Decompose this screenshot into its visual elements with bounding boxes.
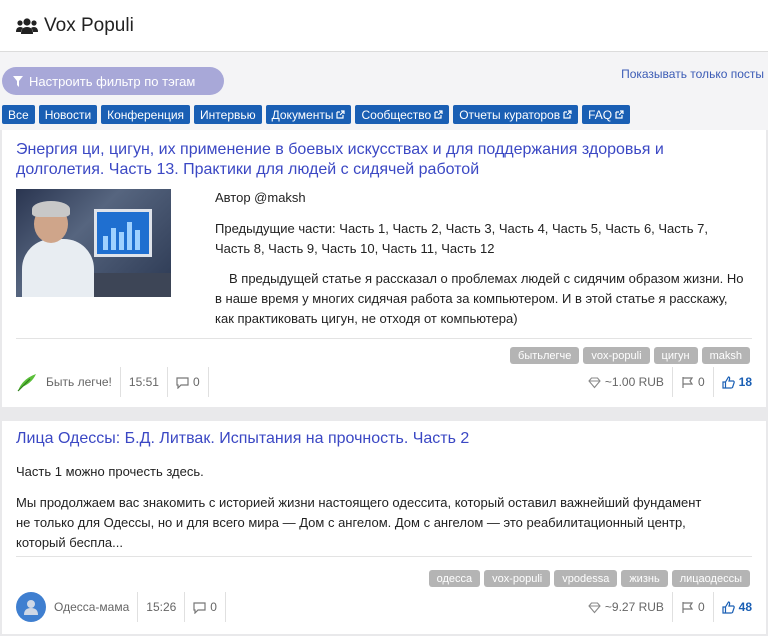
divider xyxy=(16,556,752,557)
payout-value: ~9.27 RUB xyxy=(604,600,664,614)
tab-news[interactable]: Новости xyxy=(38,105,98,124)
tag[interactable]: цигун xyxy=(653,347,698,364)
tab-interview[interactable]: Интервью xyxy=(194,105,262,124)
tag[interactable]: одесса xyxy=(428,570,481,587)
tag[interactable]: maksh xyxy=(701,347,750,364)
filter-icon xyxy=(13,75,23,87)
upvote-button[interactable]: 48 xyxy=(714,592,752,622)
tab-documents[interactable]: Документы xyxy=(265,105,352,124)
comments-count[interactable]: 0 xyxy=(168,367,209,397)
tab-community[interactable]: Сообщество xyxy=(355,105,450,124)
thumbs-up-icon xyxy=(722,600,735,614)
users-icon xyxy=(16,17,38,34)
post-community[interactable]: Быть легче! xyxy=(16,367,121,397)
payout-value: ~1.00 RUB xyxy=(604,375,664,389)
upvote-button[interactable]: 18 xyxy=(714,367,752,397)
post-thumbnail[interactable] xyxy=(16,189,171,297)
tab-curator-reports[interactable]: Отчеты кураторов xyxy=(453,105,579,124)
flags[interactable]: 0 xyxy=(673,367,714,397)
tag-filter-button[interactable]: Настроить фильтр по тэгам xyxy=(2,67,224,95)
posts-only-link[interactable]: Показывать только посты xyxy=(621,67,764,81)
filter-bar: Настроить фильтр по тэгам Показывать тол… xyxy=(0,52,768,130)
tab-label: Новости xyxy=(44,107,92,122)
tab-label: Документы xyxy=(271,107,334,122)
tag[interactable]: жизнь xyxy=(621,570,668,587)
header: Vox Populi xyxy=(0,0,768,52)
votes-value: 18 xyxy=(738,375,752,389)
person-hair-shape xyxy=(32,201,70,217)
post-tags: бытьлегче vox-populi цигун maksh xyxy=(510,347,750,364)
diamond-icon xyxy=(588,376,601,388)
diamond-icon xyxy=(588,601,601,613)
tab-label: Все xyxy=(8,107,29,122)
tab-label: Отчеты кураторов xyxy=(459,107,561,122)
votes-value: 48 xyxy=(738,600,752,614)
post-community[interactable]: Одесса-мама xyxy=(16,592,139,622)
post-previous-parts: Предыдущие части: Часть 1, Часть 2, Част… xyxy=(215,221,708,256)
tag-filter-label: Настроить фильтр по тэгам xyxy=(29,73,196,89)
flag-icon xyxy=(682,376,694,388)
post-stats: ~1.00 RUB 0 18 xyxy=(580,367,752,397)
post-title[interactable]: Лица Одессы: Б.Д. Литвак. Испытания на п… xyxy=(16,429,469,449)
post-card: Энергия ци, цигун, их применение в боевы… xyxy=(2,130,766,407)
comments-value: 0 xyxy=(192,375,200,389)
post-tags: одесса vox-populi vpodessa жизнь лицаоде… xyxy=(428,570,750,587)
external-link-icon xyxy=(563,110,572,119)
post-time: 15:51 xyxy=(121,367,168,397)
time-text: 15:26 xyxy=(146,600,177,614)
page-title: Vox Populi xyxy=(44,14,134,36)
tag[interactable]: vox-populi xyxy=(484,570,551,587)
category-tabs: Все Новости Конференция Интервью Докумен… xyxy=(2,105,631,124)
comments-value: 0 xyxy=(210,600,217,614)
comments-count[interactable]: 0 xyxy=(185,592,226,622)
flags-value: 0 xyxy=(697,600,705,614)
post-card: Лица Одессы: Б.Д. Литвак. Испытания на п… xyxy=(2,421,766,634)
divider xyxy=(16,338,752,339)
post-meta: Одесса-мама 15:26 0 ~9.27 RUB 0 48 xyxy=(16,592,752,622)
tab-faq[interactable]: FAQ xyxy=(582,105,631,124)
post-excerpt: В предыдущей статье я рассказал о пробле… xyxy=(215,271,744,326)
flag-icon xyxy=(682,601,694,613)
tag[interactable]: лицаодессы xyxy=(671,570,750,587)
post-title[interactable]: Энергия ци, цигун, их применение в боевы… xyxy=(16,140,716,180)
external-link-icon xyxy=(336,110,346,119)
comment-icon xyxy=(193,601,206,614)
post-meta: Быть легче! 15:51 0 ~1.00 RUB 0 18 xyxy=(16,367,752,397)
post-excerpt: Мы продолжаем вас знакомить с историей ж… xyxy=(16,495,702,550)
payout[interactable]: ~9.27 RUB xyxy=(580,592,673,622)
feather-icon xyxy=(17,374,36,392)
post-author-line: Автор @maksh xyxy=(215,190,306,205)
flags-value: 0 xyxy=(697,375,705,389)
external-link-icon xyxy=(434,110,443,119)
tab-label: Сообщество xyxy=(361,107,432,122)
external-link-icon xyxy=(615,110,624,119)
avatar xyxy=(16,592,46,622)
community-name: Одесса-мама xyxy=(54,600,130,614)
person-shape xyxy=(22,239,94,297)
community-name: Быть легче! xyxy=(46,375,112,389)
comment-icon xyxy=(176,376,189,389)
tag[interactable]: vpodessa xyxy=(554,570,618,587)
time-text: 15:51 xyxy=(128,375,159,389)
post-stats: ~9.27 RUB 0 48 xyxy=(580,592,752,622)
post-time: 15:26 xyxy=(138,592,186,622)
tab-conference[interactable]: Конференция xyxy=(101,105,191,124)
post-intro-line: Часть 1 можно прочесть здесь. xyxy=(16,464,204,479)
community-avatar-icon xyxy=(24,600,38,615)
tab-all[interactable]: Все xyxy=(2,105,35,124)
payout[interactable]: ~1.00 RUB xyxy=(580,367,673,397)
tab-label: Конференция xyxy=(107,107,185,122)
tab-label: FAQ xyxy=(588,107,613,122)
flags[interactable]: 0 xyxy=(673,592,714,622)
thumbs-up-icon xyxy=(722,375,735,389)
tag[interactable]: vox-populi xyxy=(583,347,650,364)
tag[interactable]: бытьлегче xyxy=(510,347,580,364)
monitor-shape xyxy=(94,209,152,257)
tab-label: Интервью xyxy=(200,107,256,122)
